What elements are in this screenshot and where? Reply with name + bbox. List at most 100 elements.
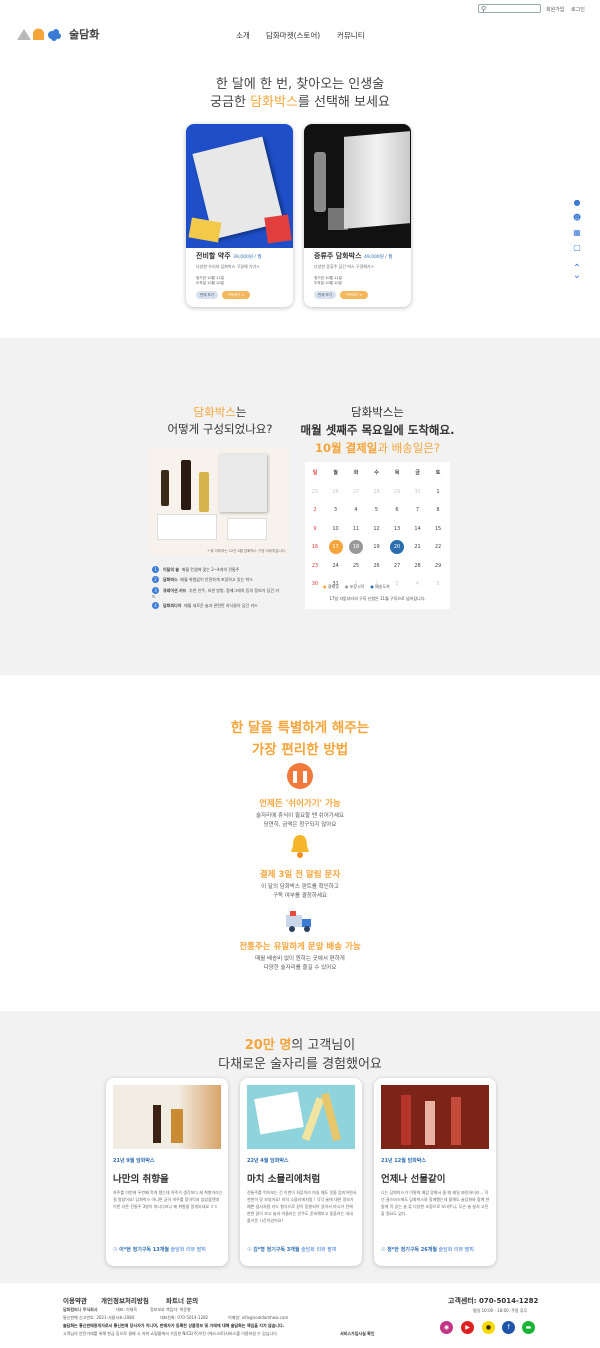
calendar-weekday: 토 — [435, 470, 441, 476]
reviews-title-line2: 다채로운 술자리를 경험했어요 — [218, 1057, 382, 1072]
review-heading: 언제나 선물같이 — [381, 1174, 446, 1185]
review-heading: 나만의 취향을 — [113, 1174, 169, 1185]
delivery-subtitle: 매월 셋째주 목요일에 도착해요. — [300, 423, 455, 437]
product-price: 39,000원 / 월 — [233, 255, 262, 260]
subscribe-button[interactable]: 구독하기 > — [222, 291, 250, 299]
calendar-weekday: 월 — [333, 470, 338, 476]
calendar-day: 28 — [414, 562, 421, 569]
composition-item: 4 담화피디아 매월 새로운 술과 관련된 지식들이 담긴 카드 — [152, 602, 258, 609]
calendar-day: 16 — [311, 544, 319, 550]
escrow-link[interactable]: 서비스가입사실 확인 — [340, 1331, 375, 1337]
product-price: 49,000원 / 월 — [363, 255, 393, 260]
hero-highlight: 담화박스 — [250, 95, 298, 110]
composition-item: 2 담화박스 매월 위험없이 안전하게 포장하고 있는 박스 — [152, 576, 253, 583]
review-link[interactable]: 술담화 리뷰 팔찌 — [171, 1247, 206, 1253]
info-icon[interactable]: ● — [572, 198, 582, 208]
calendar: 일 월 화 수 목 금 토 25 26 27 28 29 30 1 2 3 4 5 6 7 8 9 10 11 12 13 14 15… — [305, 462, 450, 609]
youtube-icon[interactable]: ▶ — [461, 1321, 474, 1334]
review-image — [381, 1085, 489, 1149]
footer-phone: 대표전화: 070-5014-1282 — [160, 1315, 209, 1320]
footer-privacy-link[interactable]: 개인정보처리방침 — [101, 1295, 149, 1305]
product-card-yakju[interactable]: 전비할 약주 39,000원 / 월 다양한 우리의 담화박스 구경해 가기> … — [186, 124, 293, 307]
calendar-day: 2 — [313, 507, 317, 513]
login-link[interactable]: 로그인 — [571, 6, 585, 13]
signup-link[interactable]: 회원가입 — [546, 6, 564, 13]
calendar-day: 8 — [436, 507, 440, 513]
subscribe-button[interactable]: 구독하기 > — [340, 291, 368, 299]
feature-desc: 당연히, 금액은 청구되지 않아요 — [263, 822, 337, 828]
nav-community[interactable]: 커뮤니티 — [337, 30, 365, 41]
review-tag: 21년 12월 담화박스 — [381, 1158, 426, 1164]
kakao-icon[interactable]: ● — [482, 1321, 495, 1334]
image-caption: * 위 이미지는 22년 4월 담화박스 구성 이미지입니다. — [207, 549, 286, 553]
calendar-icon[interactable]: ▦ — [572, 228, 582, 238]
view-detail-button[interactable]: 판매 보기 — [196, 291, 218, 299]
review-image — [247, 1085, 355, 1149]
feature-desc: 술자리에 휴식이 필요할 땐 쉬어가세요 — [256, 813, 344, 819]
scroll-down-icon[interactable]: ⌄ — [572, 271, 582, 281]
footer-registration: 통신판매 신고번호: 2021-서울서초-2084 — [63, 1315, 135, 1320]
footer-email: 이메일: info@sooldamhwa.com — [228, 1315, 289, 1320]
search-input[interactable]: ⚲ — [478, 4, 541, 13]
calendar-day: 1 — [436, 488, 440, 495]
product-image — [304, 124, 411, 248]
calendar-day: 27 — [393, 562, 401, 569]
footer-privacy-officer: 정보보호 책임자: 박준형 — [150, 1307, 191, 1312]
search-icon: ⚲ — [481, 5, 487, 13]
calendar-day: 18 — [349, 540, 363, 554]
calendar-day: 3 — [333, 507, 338, 513]
footer-partner-link[interactable]: 파트너 문의 — [166, 1295, 198, 1305]
product-meta: 도착일 10월 10일 — [314, 281, 342, 285]
feature-title: 결제 3일 전 알림 문자 — [259, 870, 341, 880]
review-author: 이*현 정기구독 13개월 — [119, 1247, 169, 1253]
feature-desc: 구독 여부를 결정하세요 — [272, 893, 328, 899]
hero-title-line2: 궁금한 담화박스를 선택해 보세요 — [210, 95, 390, 110]
calendar-legend: ● 결제일 ● 포장시작 ● 배송도착 — [323, 584, 390, 589]
logo[interactable]: 술담화 — [16, 26, 99, 42]
features-title-line2: 가장 편리한 방법 — [251, 742, 349, 758]
product-meta: 도착일 10월 10일 — [196, 281, 224, 285]
feature-desc: 이 달의 담화박스 판트를 확인하고 — [261, 884, 339, 890]
review-card[interactable]: 21년 9월 담화박스 나만의 취향을 약주를 이번에 두번째 먹게 됐는데 약… — [106, 1078, 228, 1266]
naver-icon[interactable]: ▬ — [522, 1321, 535, 1334]
feature-title: 언제든 '쉬어가기' 가능 — [259, 799, 341, 809]
view-detail-button[interactable]: 판매 보기 — [314, 291, 336, 299]
review-card[interactable]: 22년 4월 담화박스 마치 소믈리에처럼 전통주를 먹어보는 건 이번이 처음… — [240, 1078, 362, 1266]
review-text: 전통주를 먹어보는 건 이번이 처음이라 마실 때도 맛을 음미하면서 천천히 … — [247, 1190, 357, 1223]
calendar-day: 26 — [332, 488, 339, 495]
product-card-spirits[interactable]: 증류주 담화박스 49,000원 / 월 다양한 증류주 담긴 박스 구경해가>… — [304, 124, 411, 307]
product-desc: 다양한 증류주 담긴 박스 구경해가> — [314, 264, 374, 269]
calendar-day: 25 — [352, 562, 360, 569]
calendar-weekday: 금 — [415, 470, 420, 476]
bag-icon[interactable]: ▢ — [572, 243, 582, 253]
review-link[interactable]: 술담화 리뷰 팔찌 — [301, 1247, 336, 1253]
calendar-day: 28 — [373, 488, 380, 495]
review-text: 나는 담화박스가 이렇게 예감 맞춰서 올 때 제일 짜릿하더라... 작년 클… — [381, 1190, 490, 1216]
review-link[interactable]: 술담화 리뷰 팔찌 — [439, 1247, 474, 1253]
composition-image: * 위 이미지는 22년 4월 담화박스 구성 이미지입니다. — [149, 448, 289, 556]
calendar-day: 24 — [332, 562, 339, 569]
calendar-day: 5 — [374, 507, 379, 513]
calendar-day: 26 — [373, 562, 380, 569]
cs-hours: 평일 10:00 - 18:00, 주말 휴무 — [473, 1308, 528, 1313]
calendar-day: 14 — [414, 525, 421, 532]
footer-terms-link[interactable]: 이용약관 — [63, 1295, 87, 1305]
product-title: 전비할 약주 — [196, 252, 231, 260]
facebook-icon[interactable]: f — [502, 1321, 515, 1334]
calendar-day: 5 — [436, 581, 440, 587]
feature-title: 전통주는 유일하게 문앞 배송 가능 — [239, 942, 361, 952]
instagram-icon[interactable]: ◉ — [440, 1321, 453, 1334]
calendar-weekday: 화 — [353, 470, 359, 476]
review-tag: 21년 9월 담화박스 — [113, 1158, 155, 1164]
review-author: 김*형 정기구독 3개월 — [253, 1247, 300, 1253]
nav-store[interactable]: 담화마켓(스토어) — [266, 30, 320, 41]
logo-text: 술담화 — [69, 28, 100, 41]
review-author: 정*한 정기구독 26개월 — [387, 1247, 437, 1253]
nav-about[interactable]: 소개 — [236, 30, 250, 41]
footer-disclaimer: 술담화는 통신판매중개자로서 통신판매 당사자가 아니며, 판매자가 등록한 상… — [63, 1323, 285, 1328]
calendar-day: 6 — [395, 507, 399, 513]
footer-ceo: 대표: 이재욱 — [116, 1307, 138, 1312]
calendar-day: 17 — [328, 540, 343, 554]
review-card[interactable]: 21년 12월 담화박스 언제나 선물같이 나는 담화박스가 이렇게 예감 맞춰… — [374, 1078, 496, 1266]
user-icon[interactable]: ☻ — [572, 213, 582, 223]
